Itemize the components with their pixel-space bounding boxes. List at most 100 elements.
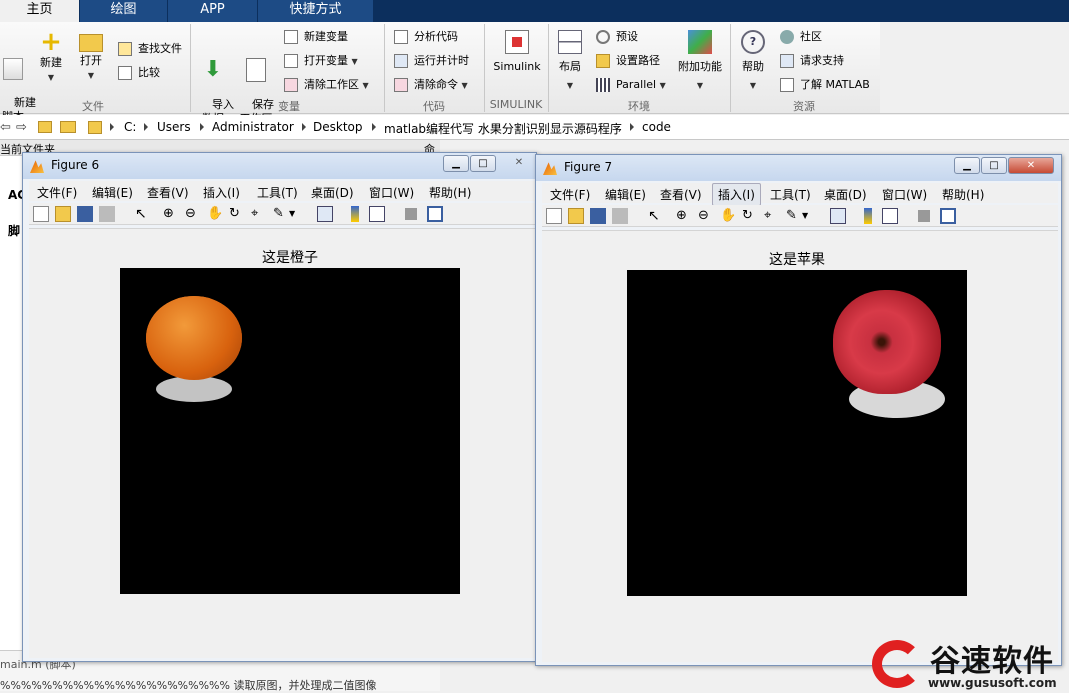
request-support-button[interactable]: 请求支持 bbox=[780, 52, 844, 70]
menu-insert[interactable]: 插入(I) bbox=[712, 183, 761, 206]
zoom-out-icon[interactable]: ⊖ bbox=[698, 208, 714, 224]
run-and-time-button[interactable]: 运行并计时 bbox=[394, 52, 469, 70]
breadcrumb-drive[interactable]: C: bbox=[124, 120, 136, 134]
breadcrumb-code[interactable]: code bbox=[642, 120, 671, 134]
hide-tools-icon[interactable] bbox=[918, 210, 930, 222]
open-file-icon[interactable] bbox=[55, 206, 71, 222]
tab-apps[interactable]: APP bbox=[168, 0, 258, 22]
data-cursor-icon[interactable]: ⌖ bbox=[251, 206, 267, 222]
clear-commands-button[interactable]: 清除命令 ▼ bbox=[394, 76, 468, 94]
rotate-3d-icon[interactable]: ↻ bbox=[229, 206, 245, 222]
simulink-button[interactable]: Simulink bbox=[490, 30, 544, 78]
clear-workspace-icon bbox=[284, 78, 298, 92]
data-cursor-icon[interactable]: ⌖ bbox=[764, 208, 780, 224]
community-button[interactable]: 社区 bbox=[780, 28, 822, 46]
pointer-icon[interactable]: ↖ bbox=[648, 208, 664, 224]
menu-edit[interactable]: 编辑(E) bbox=[605, 186, 646, 203]
maximize-button[interactable]: □ bbox=[981, 157, 1007, 174]
show-tools-icon[interactable] bbox=[427, 206, 443, 222]
image-axes[interactable] bbox=[627, 270, 967, 596]
maximize-button[interactable]: □ bbox=[470, 155, 496, 172]
tab-plots[interactable]: 绘图 bbox=[80, 0, 168, 22]
menu-tools[interactable]: 工具(T) bbox=[257, 184, 298, 201]
clear-workspace-button[interactable]: 清除工作区 ▼ bbox=[284, 76, 369, 94]
open-file-icon[interactable] bbox=[568, 208, 584, 224]
minimize-button[interactable]: ▁ bbox=[954, 157, 980, 174]
menu-window[interactable]: 窗口(W) bbox=[369, 184, 414, 201]
breadcrumb-administrator[interactable]: Administrator bbox=[212, 120, 294, 134]
menu-file[interactable]: 文件(F) bbox=[550, 186, 590, 203]
image-axes[interactable] bbox=[120, 268, 460, 594]
parallel-button[interactable]: Parallel ▼ bbox=[596, 76, 666, 94]
ribbon: 新建 脚本 + 新建▼ 打开▼ 查找文件 比较 文件 ⬇ 导入 数据 保存 工作… bbox=[0, 22, 880, 125]
zoom-in-icon[interactable]: ⊕ bbox=[676, 208, 692, 224]
minimize-button[interactable]: ▁ bbox=[443, 155, 469, 172]
menu-window[interactable]: 窗口(W) bbox=[882, 186, 927, 203]
close-button[interactable]: ✕ bbox=[505, 155, 533, 172]
new-button[interactable]: + 新建 ▼ bbox=[36, 29, 66, 85]
breadcrumb-desktop[interactable]: Desktop bbox=[313, 120, 363, 134]
set-path-button[interactable]: 设置路径 bbox=[596, 52, 660, 70]
breadcrumb-users[interactable]: Users bbox=[157, 120, 191, 134]
print-icon[interactable] bbox=[99, 206, 115, 222]
legend-icon[interactable] bbox=[369, 206, 385, 222]
brush-dropdown-icon[interactable]: ▼ bbox=[802, 208, 818, 224]
save-icon[interactable] bbox=[77, 206, 93, 222]
breadcrumb-project-folder[interactable]: matlab编程代写 水果分割识别显示源码程序 bbox=[384, 120, 622, 137]
back-arrow-icon[interactable]: ⇦ bbox=[0, 120, 11, 135]
tab-home[interactable]: 主页 bbox=[0, 0, 80, 22]
menu-tools[interactable]: 工具(T) bbox=[770, 186, 811, 203]
menu-edit[interactable]: 编辑(E) bbox=[92, 184, 133, 201]
legend-icon[interactable] bbox=[882, 208, 898, 224]
brush-dropdown-icon[interactable]: ▼ bbox=[289, 206, 305, 222]
layout-button[interactable]: 布局 ▼ bbox=[554, 30, 586, 93]
save-icon[interactable] bbox=[590, 208, 606, 224]
close-button[interactable]: ✕ bbox=[1008, 157, 1054, 174]
ribbon-separator bbox=[384, 24, 385, 112]
matlab-logo-icon bbox=[30, 160, 44, 173]
menu-desktop[interactable]: 桌面(D) bbox=[311, 184, 354, 201]
figure-7-titlebar[interactable]: Figure 7 ▁ □ ✕ bbox=[536, 155, 1061, 181]
open-variable-button[interactable]: 打开变量 ▼ bbox=[284, 52, 358, 70]
zoom-out-icon[interactable]: ⊖ bbox=[185, 206, 201, 222]
colorbar-icon[interactable] bbox=[351, 206, 359, 222]
link-plot-icon[interactable] bbox=[317, 206, 333, 222]
preferences-button[interactable]: 预设 bbox=[596, 28, 638, 46]
brush-icon[interactable]: ✎ bbox=[273, 206, 289, 222]
menu-view[interactable]: 查看(V) bbox=[660, 186, 702, 203]
tab-shortcuts[interactable]: 快捷方式 bbox=[258, 0, 374, 22]
new-figure-icon[interactable] bbox=[546, 208, 562, 224]
help-button[interactable]: ? 帮助 ▼ bbox=[736, 30, 770, 93]
browse-folder-icon[interactable] bbox=[60, 121, 76, 133]
rotate-3d-icon[interactable]: ↻ bbox=[742, 208, 758, 224]
folder-item[interactable]: 脚 bbox=[8, 222, 20, 239]
pan-hand-icon[interactable]: ✋ bbox=[720, 208, 736, 224]
forward-arrow-icon[interactable]: ⇨ bbox=[16, 120, 27, 135]
find-files-button[interactable]: 查找文件 bbox=[118, 40, 182, 58]
up-folder-icon[interactable] bbox=[38, 121, 52, 133]
show-tools-icon[interactable] bbox=[940, 208, 956, 224]
colorbar-icon[interactable] bbox=[864, 208, 872, 224]
new-variable-button[interactable]: 新建变量 bbox=[284, 28, 348, 46]
menu-desktop[interactable]: 桌面(D) bbox=[824, 186, 867, 203]
addons-button[interactable]: 附加功能 ▼ bbox=[676, 30, 724, 93]
menu-help[interactable]: 帮助(H) bbox=[942, 186, 984, 203]
menu-view[interactable]: 查看(V) bbox=[147, 184, 189, 201]
hide-tools-icon[interactable] bbox=[405, 208, 417, 220]
link-plot-icon[interactable] bbox=[830, 208, 846, 224]
analyze-code-button[interactable]: 分析代码 bbox=[394, 28, 458, 46]
figure-6-titlebar[interactable]: Figure 6 ▁ □ ✕ bbox=[23, 153, 536, 179]
print-icon[interactable] bbox=[612, 208, 628, 224]
zoom-in-icon[interactable]: ⊕ bbox=[163, 206, 179, 222]
brush-icon[interactable]: ✎ bbox=[786, 208, 802, 224]
learn-matlab-button[interactable]: 了解 MATLAB bbox=[780, 76, 870, 94]
open-button[interactable]: 打开 ▼ bbox=[76, 30, 106, 83]
menu-file[interactable]: 文件(F) bbox=[37, 184, 77, 201]
menu-insert[interactable]: 插入(I) bbox=[203, 184, 240, 201]
pointer-icon[interactable]: ↖ bbox=[135, 206, 151, 222]
pan-hand-icon[interactable]: ✋ bbox=[207, 206, 223, 222]
menu-help[interactable]: 帮助(H) bbox=[429, 184, 471, 201]
compare-button[interactable]: 比较 bbox=[118, 64, 160, 82]
import-arrow-icon: ⬇ bbox=[203, 57, 223, 82]
new-figure-icon[interactable] bbox=[33, 206, 49, 222]
